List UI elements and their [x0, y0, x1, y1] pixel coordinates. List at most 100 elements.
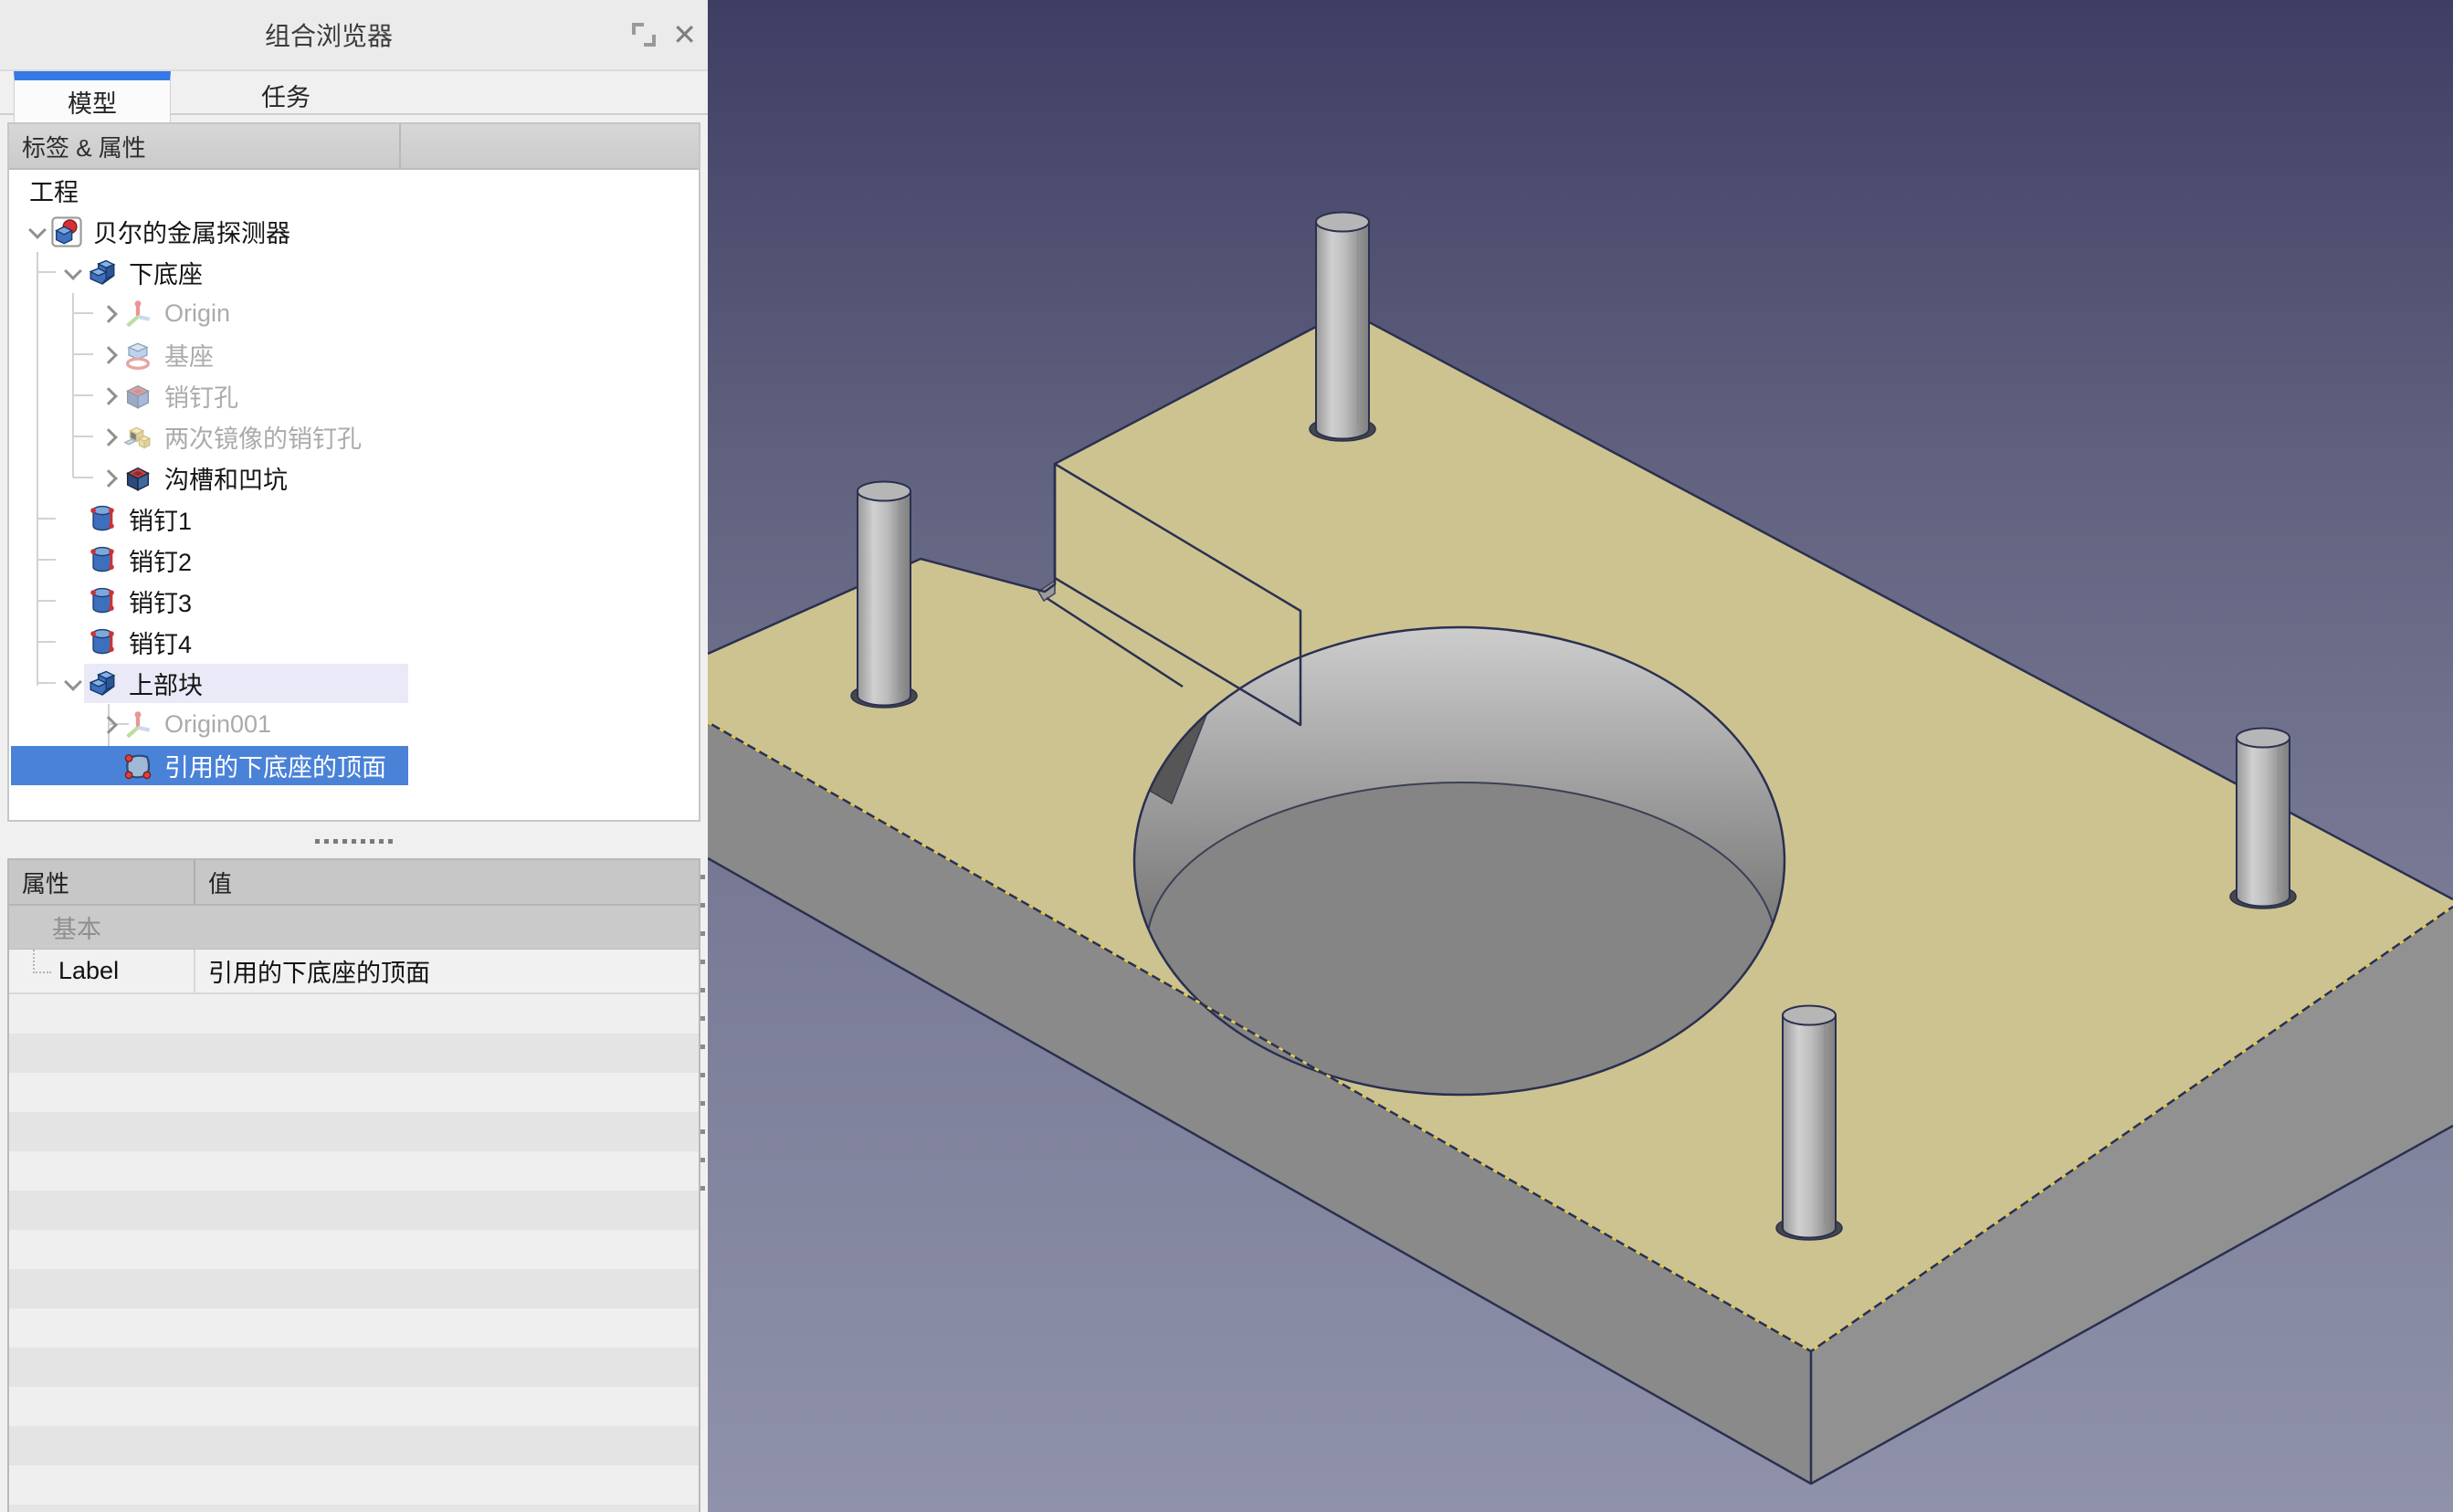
panel-titlebar[interactable]: 组合浏览器 ✕: [0, 0, 708, 71]
origin-icon: [122, 298, 157, 331]
property-column-header: 属性: [9, 860, 194, 904]
pin-top-face: [858, 482, 911, 501]
chevron-right-icon[interactable]: [95, 719, 122, 731]
empty-property-row: [9, 1269, 699, 1308]
chevron-right-icon[interactable]: [95, 390, 122, 403]
tree-item-label: 工程: [29, 173, 79, 208]
property-editor: 属性 值 基本 Label 引用的下底座的顶面: [7, 858, 700, 1512]
tree-item-project[interactable]: 工程: [9, 170, 699, 211]
tree-item-label: 销钉3: [129, 583, 192, 619]
combo-view-panel: 组合浏览器 ✕ 模型 任务 标签 & 属性: [0, 0, 708, 1512]
empty-property-row: [9, 1230, 699, 1269]
empty-property-rows: [9, 994, 699, 1512]
body-icon: [87, 257, 121, 289]
tree-item-label: 销钉孔: [164, 378, 238, 414]
tree-item-label: Origin001: [164, 710, 271, 739]
chevron-down-icon[interactable]: [59, 268, 87, 278]
shapebinder-icon: [122, 750, 157, 782]
pocket-icon: [122, 462, 157, 495]
property-row-label[interactable]: Label 引用的下底座的顶面: [9, 950, 699, 994]
pin-icon: [87, 544, 121, 577]
tab-model[interactable]: 模型: [14, 71, 171, 122]
value-column-header: 值: [194, 860, 699, 904]
pocket-icon: [122, 380, 157, 413]
tree-item-label: Origin: [164, 299, 230, 328]
pin-2[interactable]: [851, 482, 917, 709]
tree-item-label: 下底座: [129, 255, 203, 290]
freecad-window: 组合浏览器 ✕ 模型 任务 标签 & 属性: [0, 0, 2453, 1512]
model-tree: 标签 & 属性 工程: [7, 122, 700, 822]
empty-property-row: [9, 1505, 699, 1512]
pad-icon: [122, 339, 157, 372]
chevron-right-icon[interactable]: [95, 431, 122, 444]
chevron-down-icon[interactable]: [59, 679, 87, 688]
tree-item-pin-holes[interactable]: 销钉孔: [9, 375, 699, 416]
tree-header-column2: [399, 124, 699, 168]
tree-item-label: 引用的下底座的顶面: [164, 748, 386, 783]
tab-tasks-label: 任务: [261, 78, 311, 113]
property-header[interactable]: 属性 值: [9, 860, 699, 906]
chevron-right-icon[interactable]: [95, 308, 122, 320]
tree-item-shapebinder[interactable]: 引用的下底座的顶面: [9, 745, 699, 786]
3d-viewport[interactable]: [708, 0, 2453, 1512]
empty-property-row: [9, 1465, 699, 1505]
tree-item-label: 销钉2: [129, 542, 192, 578]
3d-scene[interactable]: [708, 0, 2453, 1512]
pin-1[interactable]: [1310, 213, 1375, 442]
tree-item-label: 沟槽和凹坑: [164, 460, 288, 496]
tree-item-pin1[interactable]: 销钉1: [9, 499, 699, 540]
tree-item-origin[interactable]: Origin: [9, 293, 699, 334]
tree-item-grooves[interactable]: 沟槽和凹坑: [9, 457, 699, 499]
tree-item-upper-block[interactable]: 上部块: [9, 663, 699, 704]
tree-connector: [33, 950, 51, 973]
property-value[interactable]: 引用的下底座的顶面: [194, 950, 699, 992]
tree-item-pin4[interactable]: 销钉4: [9, 622, 699, 663]
pin-icon: [87, 626, 121, 659]
tree-item-origin001[interactable]: Origin001: [9, 704, 699, 745]
chevron-down-icon[interactable]: [24, 227, 51, 236]
horizontal-splitter-handle[interactable]: [0, 826, 708, 856]
pin-icon: [87, 503, 121, 536]
empty-property-row: [9, 1387, 699, 1426]
tree-item-label: 销钉4: [129, 625, 192, 660]
mirror-icon: [122, 421, 157, 454]
empty-property-row: [9, 1348, 699, 1387]
empty-property-row: [9, 1308, 699, 1348]
pin-top-face: [1783, 1006, 1836, 1025]
panel-tabs: 模型 任务: [0, 71, 708, 115]
property-group-base[interactable]: 基本: [9, 906, 699, 950]
tree-item-lower-base[interactable]: 下底座: [9, 252, 699, 293]
tree-item-label: 上部块: [129, 666, 203, 701]
close-icon[interactable]: ✕: [672, 23, 697, 47]
float-icon[interactable]: [632, 23, 656, 47]
pin-4[interactable]: [1776, 1006, 1842, 1241]
pin-icon: [87, 585, 121, 618]
document-icon: [51, 215, 86, 248]
tree-item-mirrored-pin-holes[interactable]: 两次镜像的销钉孔: [9, 416, 699, 457]
chevron-right-icon[interactable]: [95, 472, 122, 485]
chevron-right-icon[interactable]: [95, 349, 122, 362]
tree-item-document[interactable]: 贝尔的金属探测器: [9, 211, 699, 252]
empty-property-row: [9, 1112, 699, 1151]
tree-header[interactable]: 标签 & 属性: [9, 124, 699, 170]
pin-top-face: [1316, 213, 1369, 232]
tree-item-pin2[interactable]: 销钉2: [9, 540, 699, 581]
body-icon: [87, 667, 121, 700]
vertical-splitter-handle[interactable]: [697, 858, 708, 1258]
tree-item-label: 销钉1: [129, 501, 192, 537]
empty-property-row: [9, 1073, 699, 1112]
pin-3[interactable]: [2230, 729, 2296, 909]
property-group-label: 基本: [52, 909, 101, 945]
tab-tasks[interactable]: 任务: [170, 77, 402, 113]
tree-header-label: 标签 & 属性: [9, 130, 399, 163]
empty-property-row: [9, 1191, 699, 1230]
empty-property-row: [9, 1034, 699, 1073]
tree-item-pin3[interactable]: 销钉3: [9, 581, 699, 622]
tab-model-label: 模型: [68, 84, 117, 120]
empty-property-row: [9, 994, 699, 1034]
panel-title: 组合浏览器: [0, 16, 658, 53]
pin-top-face: [2237, 729, 2290, 748]
tree-item-pad[interactable]: 基座: [9, 334, 699, 375]
empty-property-row: [9, 1426, 699, 1465]
origin-icon: [122, 709, 157, 741]
